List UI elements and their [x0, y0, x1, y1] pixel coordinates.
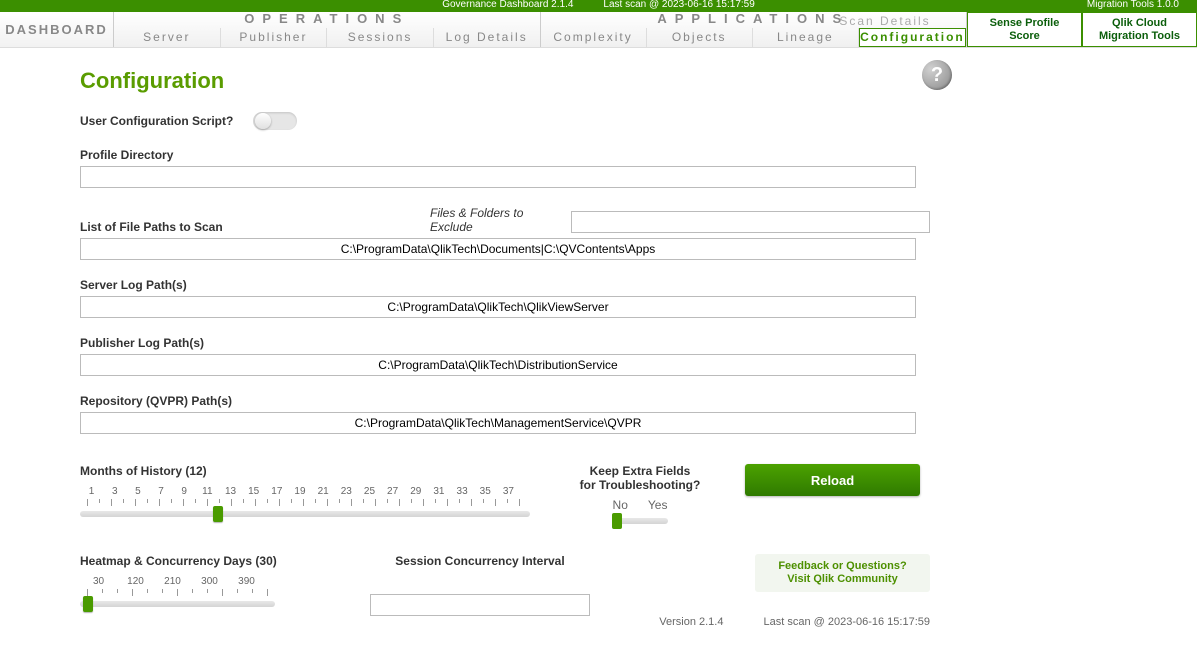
- migration-tools-label: Migration Tools 1.0.0: [1087, 0, 1179, 10]
- exclude-label: Files & Folders to Exclude: [430, 206, 561, 234]
- page-title: Configuration: [80, 68, 930, 94]
- heatmap-days-slider[interactable]: [80, 601, 275, 607]
- months-tick-labels: 135791113151719212325272931333537: [80, 486, 520, 497]
- heatmap-days-label: Heatmap & Concurrency Days (30): [80, 554, 340, 568]
- exclude-input[interactable]: [571, 211, 930, 233]
- months-history-label: Months of History (12): [80, 464, 540, 478]
- tab-objects[interactable]: Objects: [647, 28, 753, 47]
- session-concurrency-input[interactable]: [370, 594, 590, 616]
- heatmap-days-thumb[interactable]: [83, 596, 93, 612]
- qlik-cloud-migration-button[interactable]: Qlik Cloud Migration Tools: [1082, 12, 1197, 47]
- tab-log-details[interactable]: Log Details: [434, 28, 540, 47]
- dashboard-tab[interactable]: DASHBOARD: [0, 12, 114, 47]
- version-label: Version 2.1.4: [659, 616, 723, 628]
- user-config-script-label: User Configuration Script?: [80, 114, 233, 128]
- repo-label: Repository (QVPR) Path(s): [80, 394, 930, 408]
- tab-server[interactable]: Server: [114, 28, 221, 47]
- top-bar: Governance Dashboard 2.1.4 Last scan @ 2…: [0, 0, 1197, 12]
- heatmap-tick-labels: 30120210300390: [80, 576, 265, 587]
- gov-dashboard-label: Governance Dashboard 2.1.4: [442, 0, 573, 10]
- repo-input[interactable]: [80, 412, 916, 434]
- sense-profile-score-button[interactable]: Sense Profile Score: [967, 12, 1082, 47]
- scan-details-tab[interactable]: Scan Details: [805, 14, 965, 30]
- months-history-thumb[interactable]: [213, 506, 223, 522]
- keep-no-label: No: [613, 498, 628, 512]
- tab-configuration[interactable]: Configuration: [859, 28, 966, 47]
- keep-extra-fields-slider[interactable]: [612, 518, 668, 524]
- last-scan-label: Last scan @ 2023-06-16 15:17:59: [603, 0, 754, 10]
- help-icon[interactable]: ?: [922, 60, 952, 90]
- profile-directory-input[interactable]: [80, 166, 916, 188]
- filepaths-input[interactable]: [80, 238, 916, 260]
- keep-extra-fields-label-1: Keep Extra Fields: [560, 464, 720, 478]
- months-history-slider[interactable]: [80, 511, 530, 517]
- publisher-log-input[interactable]: [80, 354, 916, 376]
- keep-extra-fields-thumb[interactable]: [612, 513, 622, 529]
- publisher-log-label: Publisher Log Path(s): [80, 336, 930, 350]
- profile-directory-label: Profile Directory: [80, 148, 930, 162]
- user-config-script-toggle[interactable]: [253, 112, 297, 130]
- tab-publisher[interactable]: Publisher: [221, 28, 328, 47]
- reload-button[interactable]: Reload: [745, 464, 920, 496]
- filepaths-label: List of File Paths to Scan: [80, 220, 340, 234]
- session-concurrency-label: Session Concurrency Interval: [360, 554, 600, 568]
- feedback-button[interactable]: Feedback or Questions? Visit Qlik Commun…: [755, 554, 930, 592]
- tab-lineage[interactable]: Lineage: [753, 28, 859, 47]
- keep-extra-fields-label-2: for Troubleshooting?: [560, 478, 720, 492]
- last-scan-footer: Last scan @ 2023-06-16 15:17:59: [763, 616, 930, 628]
- operations-header: OPERATIONS: [114, 12, 540, 28]
- server-log-label: Server Log Path(s): [80, 278, 930, 292]
- tab-complexity[interactable]: Complexity: [541, 28, 647, 47]
- server-log-input[interactable]: [80, 296, 916, 318]
- nav-bar: DASHBOARD OPERATIONS Server Publisher Se…: [0, 12, 1197, 48]
- tab-sessions[interactable]: Sessions: [327, 28, 434, 47]
- keep-yes-label: Yes: [648, 498, 668, 512]
